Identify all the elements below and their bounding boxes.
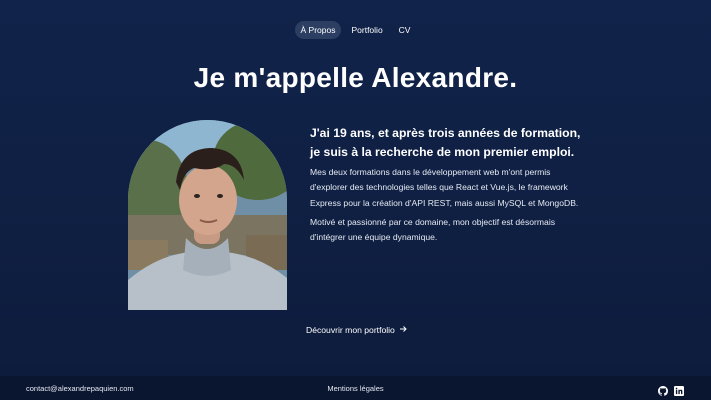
footer: contact@alexandrepaquien.com Mentions lé…: [0, 376, 711, 400]
nav-item-a-propos[interactable]: À Propos: [294, 21, 342, 39]
page-title: Je m'appelle Alexandre.: [193, 62, 518, 93]
arrow-right-icon: [399, 325, 407, 335]
github-icon[interactable]: [658, 383, 669, 396]
legal-notice-link[interactable]: Mentions légales: [327, 384, 383, 393]
nav-item-portfolio[interactable]: Portfolio: [345, 21, 388, 39]
bio-section: J'ai 19 ans, et après trois années de fo…: [310, 124, 590, 249]
profile-photo: [128, 120, 287, 310]
linkedin-icon[interactable]: [674, 383, 684, 396]
portfolio-link[interactable]: Découvrir mon portfolio: [306, 325, 407, 335]
nav-item-cv[interactable]: CV: [393, 21, 417, 39]
bio-lead: J'ai 19 ans, et après trois années de fo…: [310, 126, 581, 159]
bio-paragraph-formations: Mes deux formations dans le développemen…: [310, 167, 579, 208]
main-nav: À Propos Portfolio CV: [0, 21, 711, 39]
contact-email-link[interactable]: contact@alexandrepaquien.com: [26, 384, 134, 393]
portfolio-link-label: Découvrir mon portfolio: [306, 325, 395, 335]
social-links: [658, 383, 684, 396]
bio-paragraph-objective: Motivé et passionné par ce domaine, mon …: [310, 216, 556, 243]
